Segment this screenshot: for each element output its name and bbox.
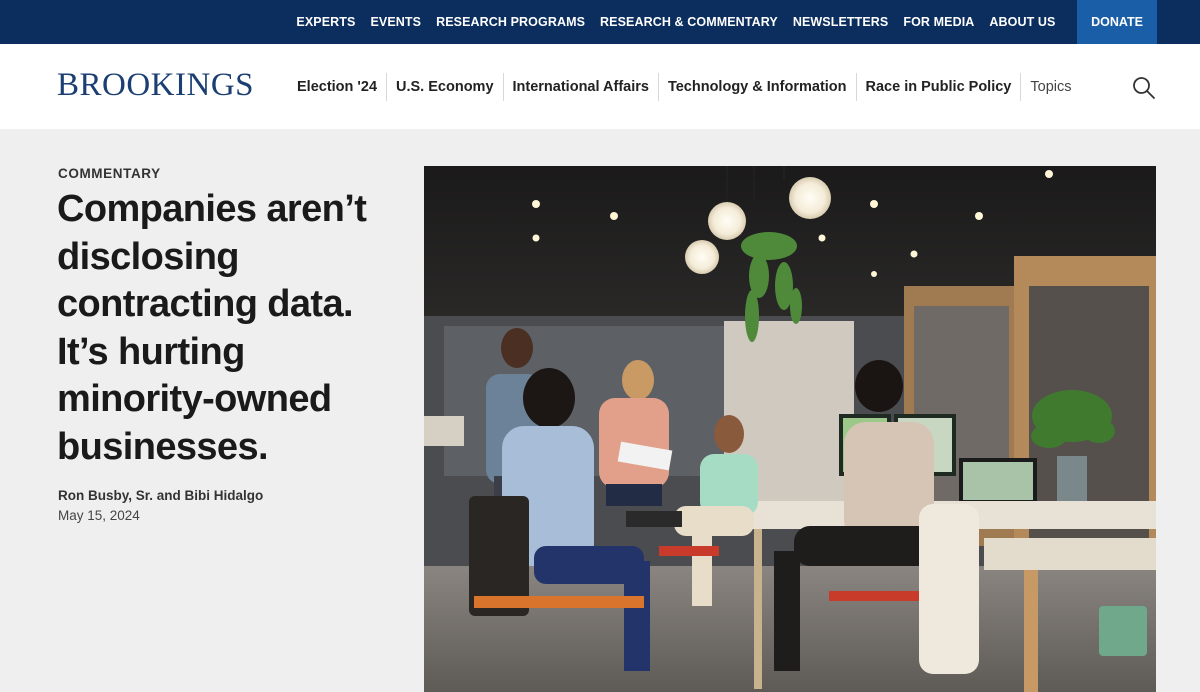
search-icon bbox=[1133, 77, 1155, 99]
nav-item-race-public-policy[interactable]: Race in Public Policy bbox=[857, 73, 1022, 101]
utility-link-for-media[interactable]: FOR MEDIA bbox=[896, 15, 982, 29]
main-nav: Election '24 U.S. Economy International … bbox=[288, 72, 1080, 102]
nav-item-election[interactable]: Election '24 bbox=[288, 73, 388, 101]
nav-item-us-economy[interactable]: U.S. Economy bbox=[387, 73, 504, 101]
utility-bar: EXPERTS EVENTS RESEARCH PROGRAMS RESEARC… bbox=[0, 0, 1200, 44]
hero-image bbox=[424, 166, 1156, 692]
utility-nav: EXPERTS EVENTS RESEARCH PROGRAMS RESEARC… bbox=[289, 0, 1063, 44]
office-meeting-illustration bbox=[424, 166, 1156, 692]
search-button[interactable] bbox=[1131, 75, 1157, 101]
nav-item-technology-information[interactable]: Technology & Information bbox=[659, 73, 857, 101]
article-date: May 15, 2024 bbox=[58, 508, 140, 523]
donate-button[interactable]: DONATE bbox=[1077, 0, 1157, 44]
nav-item-topics[interactable]: Topics bbox=[1021, 73, 1080, 101]
utility-link-experts[interactable]: EXPERTS bbox=[289, 15, 363, 29]
utility-link-research-commentary[interactable]: RESEARCH & COMMENTARY bbox=[593, 15, 786, 29]
article-authors[interactable]: Ron Busby, Sr. and Bibi Hidalgo bbox=[58, 488, 263, 503]
utility-link-events[interactable]: EVENTS bbox=[363, 15, 429, 29]
site-header: BROOKINGS Election '24 U.S. Economy Inte… bbox=[0, 44, 1200, 129]
brookings-logo[interactable]: BROOKINGS bbox=[57, 67, 254, 104]
utility-link-research-programs[interactable]: RESEARCH PROGRAMS bbox=[429, 15, 593, 29]
utility-link-newsletters[interactable]: NEWSLETTERS bbox=[785, 15, 896, 29]
article-headline: Companies aren’t disclosing contracting … bbox=[57, 188, 367, 468]
utility-link-about-us[interactable]: ABOUT US bbox=[982, 15, 1063, 29]
article-kicker[interactable]: COMMENTARY bbox=[58, 166, 161, 181]
nav-item-international-affairs[interactable]: International Affairs bbox=[504, 73, 659, 101]
